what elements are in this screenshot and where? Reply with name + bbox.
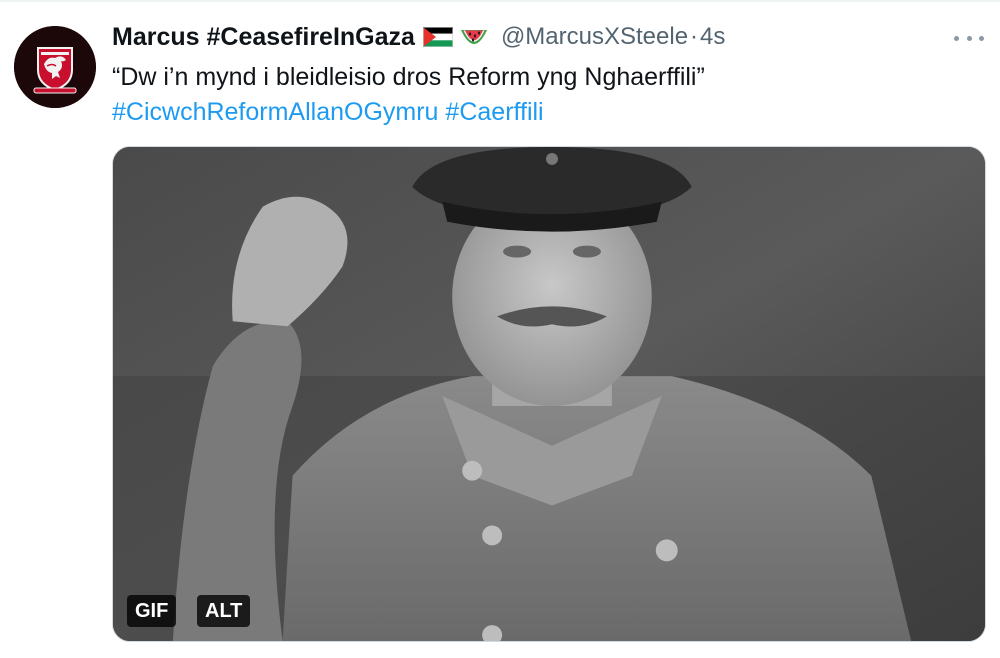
user-handle[interactable]: @MarcusXSteele bbox=[501, 23, 688, 51]
media-gif[interactable]: GIF ALT bbox=[112, 146, 986, 642]
more-dot bbox=[966, 35, 972, 41]
more-horizontal-icon[interactable] bbox=[954, 26, 984, 50]
alt-text-button[interactable]: ALT bbox=[197, 595, 251, 627]
gif-frame-image bbox=[113, 147, 985, 641]
tweet-card[interactable]: Marcus #CeasefireInGaza @MarcusXSteele ·… bbox=[0, 0, 1000, 658]
timestamp[interactable]: 4s bbox=[700, 23, 725, 51]
avatar[interactable] bbox=[14, 26, 96, 108]
watermelon-icon bbox=[459, 24, 489, 50]
divider bbox=[0, 0, 1000, 2]
display-name[interactable]: Marcus #CeasefireInGaza bbox=[112, 23, 415, 52]
hashtag-line: #CicwchReformAllanOGymru #Caerffili bbox=[112, 95, 544, 130]
tweet-text: “Dw i’n mynd i bleidleisio dros Reform y… bbox=[112, 63, 705, 91]
wales-football-crest-icon bbox=[14, 26, 96, 108]
gif-badge[interactable]: GIF bbox=[127, 595, 177, 627]
hashtag-link[interactable]: #CicwchReformAllanOGymru bbox=[112, 98, 438, 126]
more-dot bbox=[979, 35, 984, 41]
hashtag-link[interactable]: #Caerffili bbox=[445, 98, 543, 126]
palestine-flag-icon bbox=[422, 27, 453, 47]
separator-dot: · bbox=[690, 23, 699, 50]
more-dot bbox=[954, 35, 959, 41]
tweet-header: Marcus #CeasefireInGaza @MarcusXSteele ·… bbox=[112, 20, 725, 54]
